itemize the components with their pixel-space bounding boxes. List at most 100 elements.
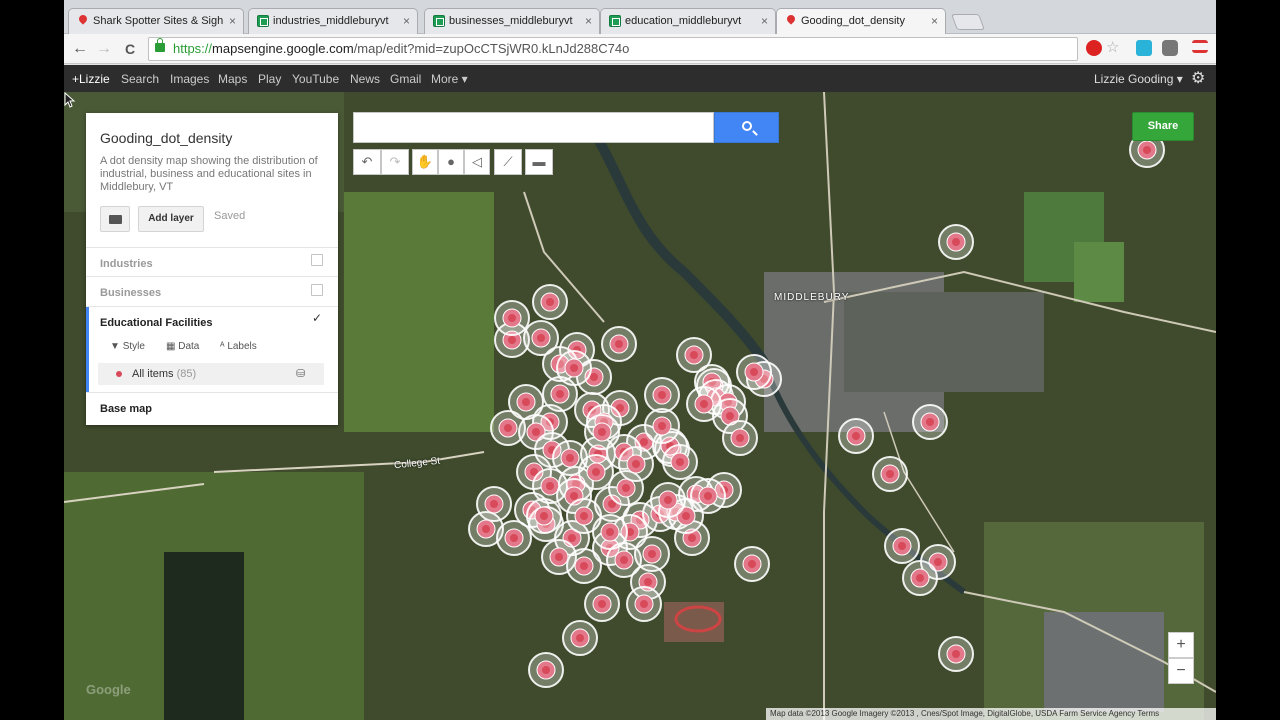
- marker-tool-button[interactable]: ●: [438, 149, 464, 175]
- google-bar-item[interactable]: Search: [121, 72, 159, 86]
- map-description[interactable]: A dot density map showing the distributi…: [100, 155, 330, 194]
- zoom-out-button[interactable]: −: [1168, 658, 1194, 684]
- education-marker[interactable]: [644, 377, 680, 413]
- all-items-row[interactable]: All items (85) ⛁: [98, 363, 324, 385]
- close-icon[interactable]: ×: [229, 9, 236, 33]
- education-marker[interactable]: [938, 636, 974, 672]
- education-marker[interactable]: [626, 586, 662, 622]
- directions-tool-button[interactable]: ⟋: [494, 149, 522, 175]
- polygon-tool-button[interactable]: ◁: [464, 149, 490, 175]
- education-marker[interactable]: [494, 300, 530, 336]
- extension-icon[interactable]: [1136, 40, 1152, 56]
- education-marker[interactable]: [592, 514, 628, 550]
- google-bar-item[interactable]: Play: [258, 72, 281, 86]
- google-bar-item[interactable]: News: [350, 72, 380, 86]
- spreadsheet-icon: [257, 15, 269, 27]
- back-arrow-icon[interactable]: ←: [70, 39, 90, 59]
- google-bar-item[interactable]: +Lizzie: [72, 72, 110, 86]
- layer-industries[interactable]: Industries: [100, 258, 153, 270]
- search-input[interactable]: [353, 112, 714, 143]
- hand-tool-button[interactable]: ✋: [412, 149, 438, 175]
- education-marker[interactable]: [644, 408, 680, 444]
- google-bar-item[interactable]: Gmail: [390, 72, 421, 86]
- google-bar-item[interactable]: YouTube: [292, 72, 339, 86]
- star-icon[interactable]: ☆: [1106, 40, 1122, 56]
- labels-button[interactable]: ᴬ Labels: [220, 341, 257, 352]
- education-marker[interactable]: [542, 376, 578, 412]
- education-marker[interactable]: [601, 326, 637, 362]
- education-marker[interactable]: [578, 454, 614, 490]
- close-icon[interactable]: ×: [403, 9, 410, 33]
- address-row: ← → C https://mapsengine.google.com/map/…: [64, 34, 1216, 64]
- education-marker[interactable]: [526, 498, 562, 534]
- layer-industries-checkbox[interactable]: [311, 254, 323, 266]
- education-marker[interactable]: [872, 456, 908, 492]
- map-canvas[interactable]: MIDDLEBURY College St Google ↶ ↷ ✋ ● ◁ ⟋…: [64, 92, 1216, 720]
- education-marker[interactable]: [938, 224, 974, 260]
- map-attribution: Map data ©2013 Google Imagery ©2013 , Cn…: [766, 708, 1216, 720]
- education-marker[interactable]: [562, 620, 598, 656]
- google-bar-item[interactable]: Maps: [218, 72, 247, 86]
- education-marker[interactable]: [902, 560, 938, 596]
- search-button[interactable]: [714, 112, 779, 143]
- google-bar-item[interactable]: Images: [170, 72, 209, 86]
- education-marker[interactable]: [734, 546, 770, 582]
- education-marker[interactable]: [884, 528, 920, 564]
- layer-businesses-checkbox[interactable]: [311, 284, 323, 296]
- data-label: Data: [178, 341, 200, 352]
- share-button[interactable]: Share: [1132, 112, 1194, 141]
- menu-icon[interactable]: [1192, 40, 1208, 53]
- layer-educational-facilities[interactable]: Educational Facilities: [100, 317, 212, 329]
- paint-bucket-icon[interactable]: ⛁: [296, 363, 305, 385]
- education-marker[interactable]: [650, 482, 686, 518]
- education-marker[interactable]: [736, 354, 772, 390]
- education-marker[interactable]: [584, 586, 620, 622]
- map-title[interactable]: Gooding_dot_density: [100, 130, 232, 146]
- style-button[interactable]: ▼ Style: [110, 341, 145, 352]
- close-icon[interactable]: ×: [931, 9, 938, 33]
- add-layer-button[interactable]: Add layer: [138, 206, 204, 232]
- education-marker[interactable]: [496, 520, 532, 556]
- tab-gooding-dot-density[interactable]: Gooding_dot_density ×: [776, 8, 946, 34]
- layer-educational-checkbox[interactable]: ✓: [311, 312, 323, 325]
- close-icon[interactable]: ×: [761, 9, 768, 33]
- education-marker[interactable]: [912, 404, 948, 440]
- education-marker[interactable]: [584, 414, 620, 450]
- evernote-icon[interactable]: [1162, 40, 1178, 56]
- tab-shark-spotter[interactable]: Shark Spotter Sites & Sigh ×: [68, 8, 244, 34]
- base-map-layer[interactable]: Base map: [100, 403, 152, 415]
- url-domain: mapsengine.google.com: [212, 41, 354, 56]
- redo-button[interactable]: ↷: [381, 149, 409, 175]
- education-marker[interactable]: [490, 410, 526, 446]
- url-bar[interactable]: https://mapsengine.google.com/map/edit?m…: [148, 37, 1078, 61]
- marker-dot-icon: [116, 371, 122, 377]
- marker-icon: ●: [447, 154, 455, 169]
- google-bar-item[interactable]: More ▾: [431, 72, 468, 86]
- forward-arrow-icon[interactable]: →: [94, 39, 114, 59]
- education-marker[interactable]: [690, 478, 726, 514]
- education-marker[interactable]: [566, 548, 602, 584]
- layer-businesses[interactable]: Businesses: [100, 287, 161, 299]
- tab-businesses[interactable]: businesses_middleburyvt ×: [424, 8, 600, 34]
- zoom-in-button[interactable]: +: [1168, 632, 1194, 658]
- data-button[interactable]: ▦ Data: [166, 341, 199, 352]
- account-name[interactable]: Lizzie Gooding ▾: [1094, 72, 1183, 86]
- new-tab-button[interactable]: [951, 14, 985, 30]
- tab-strip: Shark Spotter Sites & Sigh × industries_…: [64, 0, 1216, 34]
- education-marker[interactable]: [618, 446, 654, 482]
- education-marker[interactable]: [532, 284, 568, 320]
- reload-icon[interactable]: C: [120, 39, 140, 59]
- gear-icon[interactable]: ⚙: [1191, 68, 1205, 88]
- tab-education[interactable]: education_middleburyvt ×: [600, 8, 776, 34]
- education-marker[interactable]: [838, 418, 874, 454]
- close-icon[interactable]: ×: [585, 9, 592, 33]
- stop-sign-extension-icon[interactable]: [1086, 40, 1102, 56]
- education-marker[interactable]: [528, 652, 564, 688]
- measure-tool-button[interactable]: ▬: [525, 149, 553, 175]
- education-marker[interactable]: [662, 444, 698, 480]
- spreadsheet-icon: [433, 15, 445, 27]
- undo-button[interactable]: ↶: [353, 149, 381, 175]
- import-folder-button[interactable]: [100, 206, 130, 232]
- tab-industries[interactable]: industries_middleburyvt ×: [248, 8, 418, 34]
- education-marker[interactable]: [722, 420, 758, 456]
